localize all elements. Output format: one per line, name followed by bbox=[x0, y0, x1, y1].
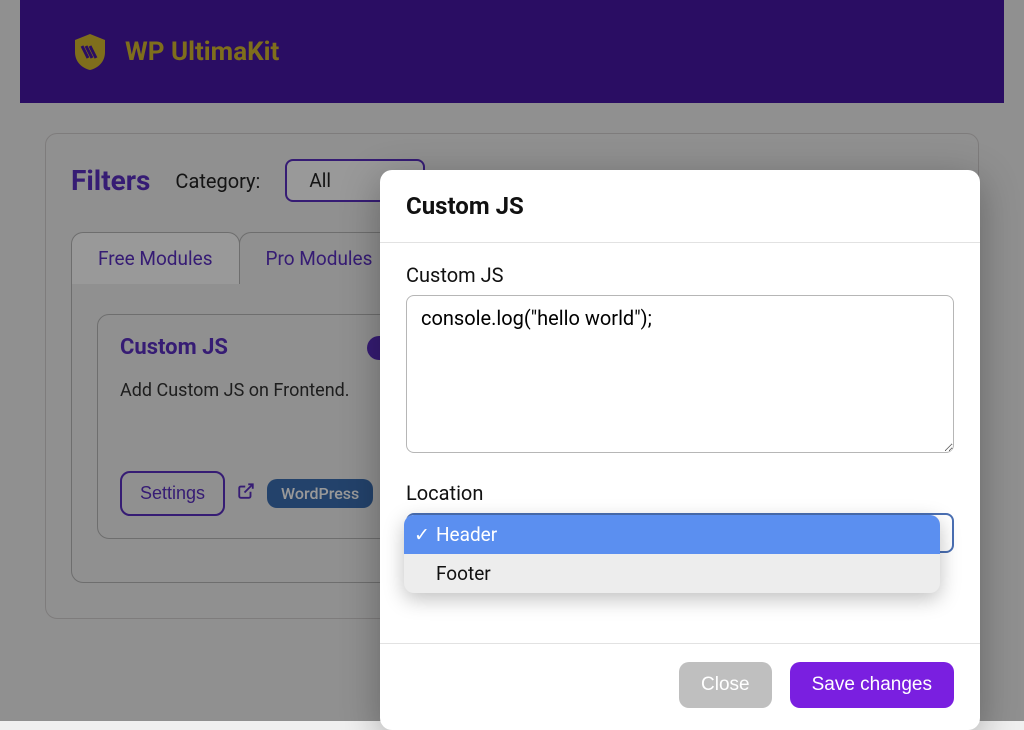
location-option-header[interactable]: Header bbox=[404, 515, 940, 554]
close-button[interactable]: Close bbox=[679, 662, 772, 708]
custom-js-label: Custom JS bbox=[406, 263, 954, 287]
custom-js-modal: Custom JS Custom JS Location Header Foot… bbox=[380, 170, 980, 730]
save-changes-button[interactable]: Save changes bbox=[790, 662, 954, 708]
location-label: Location bbox=[406, 481, 954, 505]
location-option-footer[interactable]: Footer bbox=[404, 554, 940, 593]
location-dropdown: Header Footer bbox=[404, 515, 940, 593]
modal-title: Custom JS bbox=[406, 192, 954, 220]
custom-js-textarea[interactable] bbox=[406, 295, 954, 453]
